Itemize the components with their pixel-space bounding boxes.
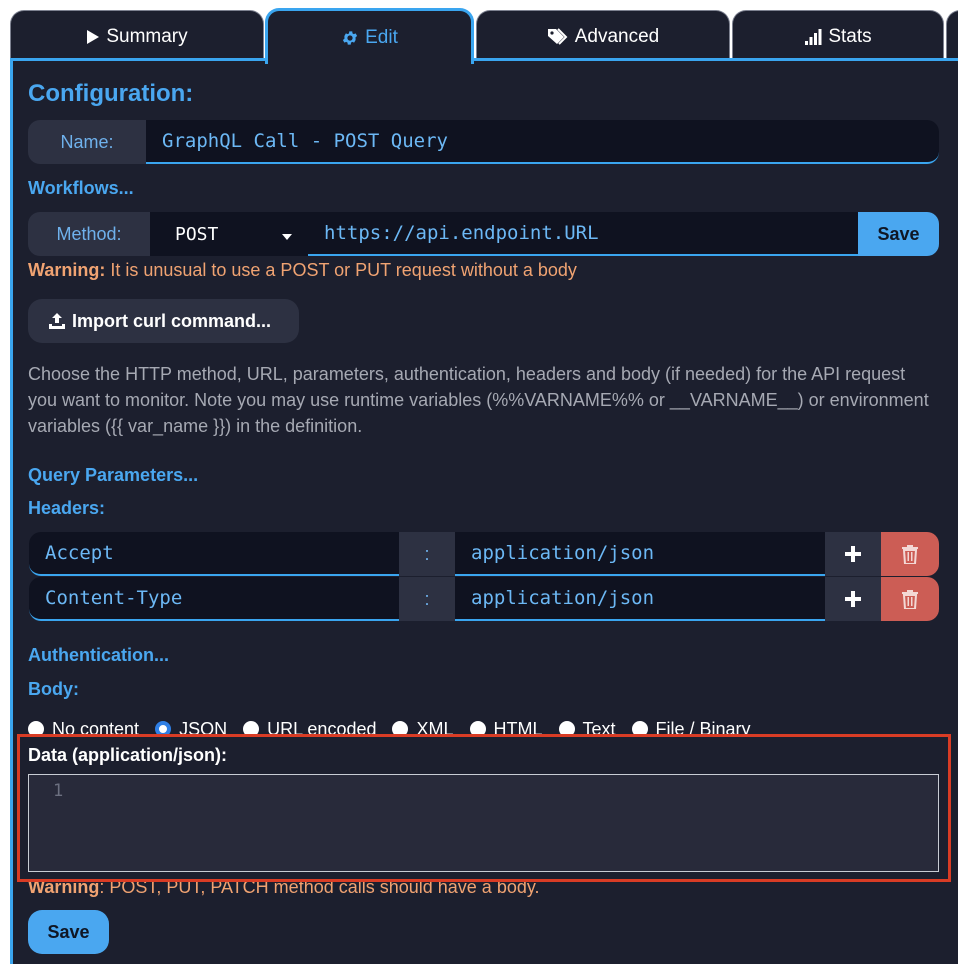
radio-url-encoded[interactable]: URL encoded [243, 718, 377, 739]
url-save-button[interactable]: Save [858, 212, 939, 256]
radio-file-binary[interactable]: File / Binary [631, 718, 751, 739]
radio-text[interactable]: Text [558, 718, 616, 739]
plus-icon [845, 591, 861, 607]
headers-title: Headers: [28, 498, 106, 518]
radio-label: XML [416, 718, 454, 739]
method-warning-prefix: Warning: [28, 260, 106, 280]
radio-circle[interactable] [392, 721, 409, 737]
method-select[interactable]: POST [150, 212, 308, 256]
import-curl-label: Import curl command... [72, 310, 272, 331]
radio-label: No content [52, 718, 140, 739]
radio-label: Text [582, 718, 616, 739]
caret-down-icon [282, 234, 292, 240]
method-value: POST [175, 223, 219, 245]
radio-circle[interactable] [469, 721, 486, 737]
header-separator: : [399, 577, 455, 621]
method-warning-text: It is unusual to use a POST or PUT reque… [105, 260, 577, 280]
header-value-input[interactable]: application/json [455, 577, 825, 621]
radio-circle[interactable] [631, 721, 648, 737]
url-input[interactable]: https://api.endpoint.URL [308, 212, 858, 256]
help-text: Choose the HTTP method, URL, parameters,… [28, 364, 929, 436]
delete-header-button[interactable] [881, 532, 939, 576]
method-label: Method: [28, 212, 150, 256]
radio-no-content[interactable]: No content [28, 718, 140, 739]
data-label: Data (application/json): [28, 745, 228, 765]
radio-label: JSON [179, 718, 228, 739]
name-label: Name: [28, 120, 146, 164]
save-button[interactable]: Save [28, 910, 109, 954]
header-key-input[interactable]: Content-Type [29, 577, 399, 621]
body-warning-prefix: Warning [28, 877, 100, 897]
radio-label: URL encoded [267, 718, 377, 739]
radio-label: HTML [493, 718, 543, 739]
body-type-radio-group: No content JSON URL encoded XML HTML Tex… [28, 717, 948, 738]
header-separator: : [399, 532, 455, 576]
trash-icon [902, 544, 918, 564]
trash-icon [902, 589, 918, 609]
radio-circle[interactable] [243, 721, 260, 737]
json-body-editor[interactable]: 1 [28, 774, 939, 872]
workflows-link[interactable]: Workflows... [28, 178, 134, 199]
radio-circle[interactable] [155, 721, 172, 737]
radio-html[interactable]: HTML [469, 718, 543, 739]
upload-icon [49, 313, 65, 329]
plus-icon [845, 546, 861, 562]
delete-header-button[interactable] [881, 577, 939, 621]
header-value-input[interactable]: application/json [455, 532, 825, 576]
body-warning-text: : POST, PUT, PATCH method calls should h… [99, 877, 540, 897]
radio-circle[interactable] [558, 721, 575, 737]
add-header-button[interactable] [825, 577, 881, 621]
body-warning: Warning: POST, PUT, PATCH method calls s… [28, 877, 540, 898]
method-warning: Warning: It is unusual to use a POST or … [28, 260, 577, 281]
configuration-title: Configuration: [28, 80, 194, 107]
add-header-button[interactable] [825, 532, 881, 576]
name-input[interactable]: GraphQL Call - POST Query [146, 120, 939, 164]
radio-json[interactable]: JSON [155, 718, 228, 739]
header-key-input[interactable]: Accept [29, 532, 399, 576]
authentication-link[interactable]: Authentication... [28, 645, 169, 666]
radio-label: File / Binary [655, 718, 751, 739]
radio-xml[interactable]: XML [392, 718, 454, 739]
line-number: 1 [53, 781, 64, 801]
import-curl-button[interactable]: Import curl command... [28, 299, 299, 343]
body-title: Body: [28, 679, 79, 699]
radio-circle[interactable] [28, 721, 44, 737]
query-parameters-link[interactable]: Query Parameters... [28, 465, 198, 486]
